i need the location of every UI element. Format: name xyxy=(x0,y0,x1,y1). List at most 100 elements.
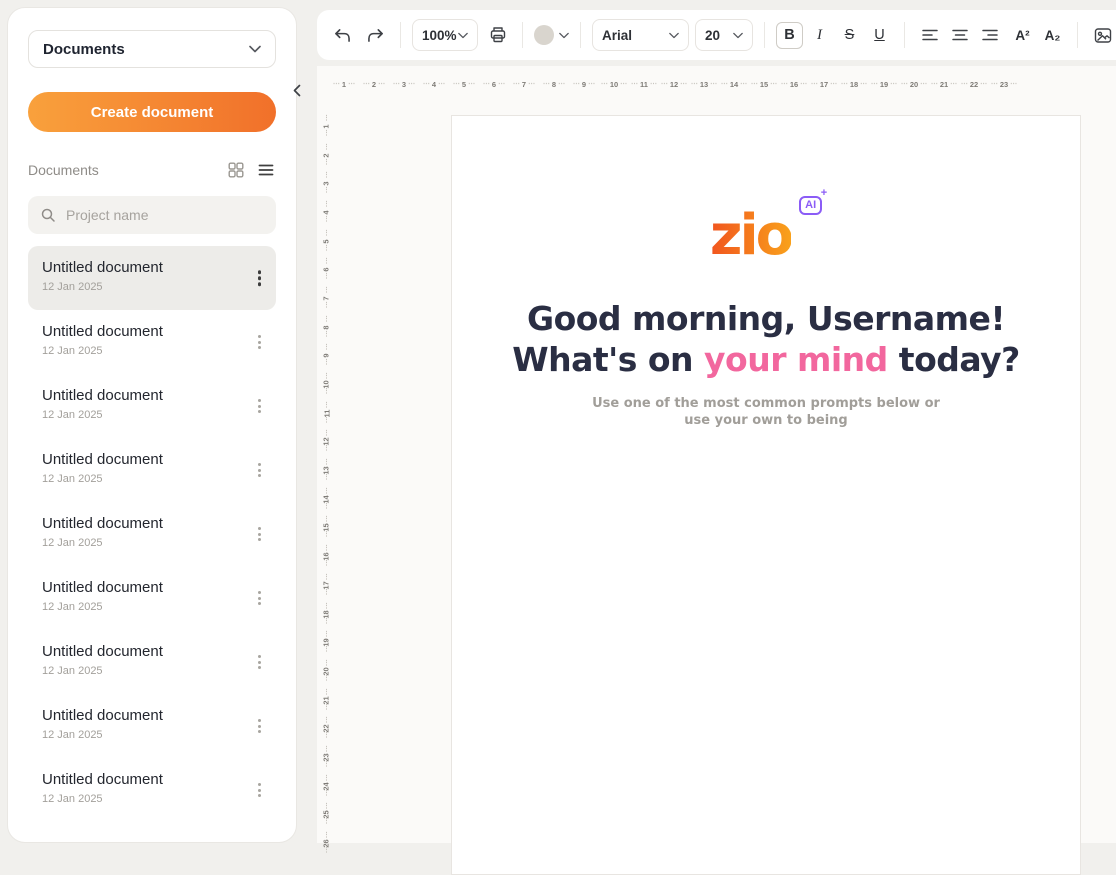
text-color-picker[interactable] xyxy=(534,25,569,45)
ai-badge: AI + xyxy=(799,196,822,215)
greeting-line2-prefix: What's on xyxy=(512,340,704,379)
toolbar-separator xyxy=(400,22,401,48)
sidebar: Documents Create document Documents Unti… xyxy=(7,7,297,843)
superscript-button[interactable]: A² xyxy=(1009,22,1036,49)
document-title: Untitled document xyxy=(42,707,244,724)
document-list-item[interactable]: Untitled document 12 Jan 2025 xyxy=(28,438,276,502)
editor-toolbar: 100% Arial 20 B I S U A² xyxy=(317,10,1116,60)
list-view-icon xyxy=(258,163,274,177)
ruler-mark: 11 xyxy=(629,80,659,89)
kebab-menu-icon[interactable] xyxy=(253,714,266,738)
undo-button[interactable] xyxy=(329,22,356,49)
ruler-mark: 26 xyxy=(320,829,333,858)
ruler-mark: 8 xyxy=(320,313,333,342)
document-list-item[interactable]: Untitled document 12 Jan 2025 xyxy=(28,566,276,630)
subscript-button[interactable]: A₂ xyxy=(1039,22,1066,49)
kebab-menu-icon[interactable] xyxy=(253,522,266,546)
sidebar-collapse-button[interactable] xyxy=(288,80,305,100)
align-left-button[interactable] xyxy=(916,22,943,49)
align-center-icon xyxy=(952,28,968,42)
ruler-mark: 8 xyxy=(539,80,569,89)
kebab-menu-icon[interactable] xyxy=(253,394,266,418)
image-icon xyxy=(1094,27,1112,44)
ruler-mark: 7 xyxy=(509,80,539,89)
toolbar-separator xyxy=(764,22,765,48)
zoom-select[interactable]: 100% xyxy=(412,19,478,51)
toolbar-separator xyxy=(904,22,905,48)
document-list-item[interactable]: Untitled document 12 Jan 2025 xyxy=(28,502,276,566)
bold-button[interactable]: B xyxy=(776,22,803,49)
documents-list-header: Documents xyxy=(28,160,276,180)
font-family-select[interactable]: Arial xyxy=(592,19,689,51)
ruler-mark: 10 xyxy=(599,80,629,89)
document-date: 12 Jan 2025 xyxy=(42,729,244,741)
ruler-mark: 16 xyxy=(320,542,333,571)
ruler-mark: 14 xyxy=(320,485,333,514)
document-list-item[interactable]: Untitled document 12 Jan 2025 xyxy=(28,694,276,758)
ruler-mark: 15 xyxy=(749,80,779,89)
kebab-menu-icon[interactable] xyxy=(253,586,266,610)
document-title: Untitled document xyxy=(42,387,244,404)
ruler-mark: 9 xyxy=(569,80,599,89)
document-list-item[interactable]: Untitled document 12 Jan 2025 xyxy=(28,758,276,822)
font-family-value: Arial xyxy=(602,28,632,43)
ruler-mark: 13 xyxy=(689,80,719,89)
print-button[interactable] xyxy=(484,22,511,49)
chevron-down-icon xyxy=(458,32,468,39)
ruler-mark: 23 xyxy=(320,743,333,772)
ruler-mark: 4 xyxy=(320,198,333,227)
create-document-button[interactable]: Create document xyxy=(28,92,276,132)
zio-logo: zio AI + xyxy=(452,208,1080,264)
document-list-item[interactable]: Untitled document 12 Jan 2025 xyxy=(28,246,276,310)
ruler-mark: 5 xyxy=(449,80,479,89)
align-center-button[interactable] xyxy=(946,22,973,49)
document-list-item[interactable]: Untitled document 12 Jan 2025 xyxy=(28,310,276,374)
kebab-menu-icon[interactable] xyxy=(253,458,266,482)
ruler-mark: 17 xyxy=(320,571,333,600)
current-color-swatch xyxy=(534,25,554,45)
italic-button[interactable]: I xyxy=(806,22,833,49)
ruler-mark: 11 xyxy=(320,399,333,428)
document-title: Untitled document xyxy=(42,643,244,660)
document-page[interactable]: zio AI + Good morning, Username! What's … xyxy=(451,115,1081,875)
ruler-mark: 6 xyxy=(479,80,509,89)
document-date: 12 Jan 2025 xyxy=(42,409,244,421)
kebab-menu-icon[interactable] xyxy=(253,265,267,291)
ruler-mark: 10 xyxy=(320,370,333,399)
workspace-select[interactable]: Documents xyxy=(28,30,276,68)
align-right-button[interactable] xyxy=(976,22,1003,49)
ruler-mark: 1 xyxy=(320,112,333,141)
document-list-item[interactable]: Untitled document 12 Jan 2025 xyxy=(28,630,276,694)
list-view-button[interactable] xyxy=(256,160,276,180)
ruler-mark: 18 xyxy=(320,600,333,629)
ruler-mark: 13 xyxy=(320,456,333,485)
chevron-down-icon xyxy=(559,32,569,39)
redo-button[interactable] xyxy=(362,22,389,49)
document-list-item[interactable]: Untitled document 12 Jan 2025 xyxy=(28,374,276,438)
document-title: Untitled document xyxy=(42,771,244,788)
insert-image-button[interactable] xyxy=(1089,22,1116,49)
ai-badge-label: AI xyxy=(805,200,816,211)
font-size-select[interactable]: 20 xyxy=(695,19,753,51)
ruler-mark: 17 xyxy=(809,80,839,89)
align-right-icon xyxy=(982,28,998,42)
ruler-mark: 7 xyxy=(320,284,333,313)
underline-button[interactable]: U xyxy=(866,22,893,49)
kebab-menu-icon[interactable] xyxy=(253,330,266,354)
ruler-mark: 2 xyxy=(359,80,389,89)
document-date: 12 Jan 2025 xyxy=(42,537,244,549)
strikethrough-button[interactable]: S xyxy=(836,22,863,49)
kebab-menu-icon[interactable] xyxy=(253,650,266,674)
greeting-line2: What's on your mind today? xyxy=(452,339,1080,380)
ruler-mark: 24 xyxy=(320,772,333,801)
kebab-menu-icon[interactable] xyxy=(253,778,266,802)
search-input[interactable] xyxy=(64,206,264,224)
chevron-left-icon xyxy=(293,84,301,97)
ruler-mark: 16 xyxy=(779,80,809,89)
align-left-icon xyxy=(922,28,938,42)
horizontal-ruler: 1234567891011121314151617181920212223 xyxy=(329,78,1019,91)
zoom-value: 100% xyxy=(422,28,457,43)
grid-view-button[interactable] xyxy=(226,160,246,180)
toolbar-separator xyxy=(1077,22,1078,48)
ruler-mark: 22 xyxy=(320,714,333,743)
